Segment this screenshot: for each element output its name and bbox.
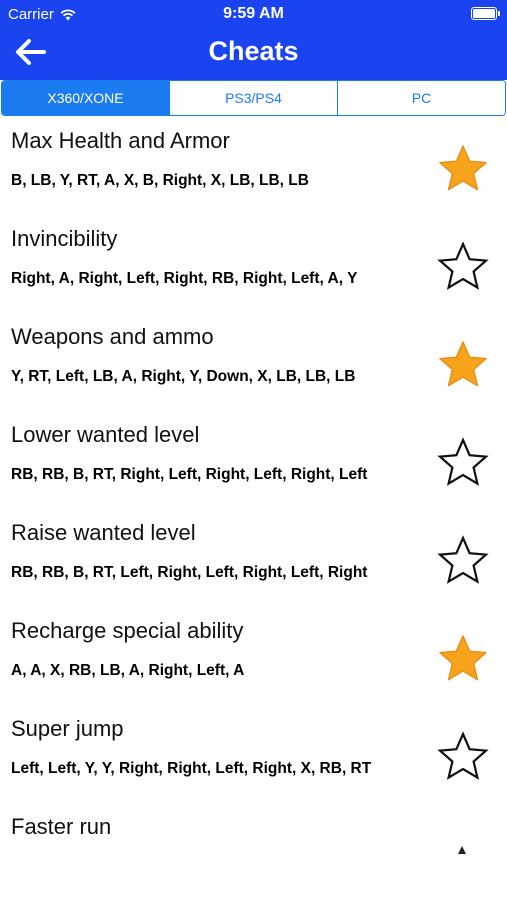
star-outline-icon[interactable] bbox=[437, 241, 489, 293]
star-filled-icon[interactable] bbox=[437, 339, 489, 391]
cheat-title: Faster run bbox=[11, 814, 112, 839]
cheat-code: RB, RB, B, RT, Left, Right, Left, Right,… bbox=[11, 564, 368, 581]
cheat-list: Max Health and Armor B, LB, Y, RT, A, X,… bbox=[0, 118, 507, 900]
cheat-row[interactable]: Invincibility Right, A, Right, Left, Rig… bbox=[0, 216, 507, 314]
star-outline-icon[interactable] bbox=[437, 437, 489, 489]
loading-star-icon bbox=[458, 846, 466, 854]
tab-x360-xone[interactable]: X360/XONE bbox=[2, 81, 170, 115]
cheat-title: Weapons and ammo bbox=[11, 324, 214, 349]
status-bar: Carrier 9:59 AM bbox=[0, 0, 507, 28]
cheat-title: Invincibility bbox=[11, 226, 118, 251]
cheat-title: Max Health and Armor bbox=[11, 128, 230, 153]
tab-ps3-ps4[interactable]: PS3/PS4 bbox=[170, 81, 338, 115]
cheat-row[interactable]: Max Health and Armor B, LB, Y, RT, A, X,… bbox=[0, 118, 507, 216]
header: Carrier 9:59 AM Cheats bbox=[0, 0, 507, 80]
cheat-row[interactable]: Recharge special ability A, A, X, RB, LB… bbox=[0, 608, 507, 706]
tab-pc[interactable]: PC bbox=[338, 81, 505, 115]
cheat-row[interactable]: Super jump Left, Left, Y, Y, Right, Righ… bbox=[0, 706, 507, 804]
cheat-title: Recharge special ability bbox=[11, 618, 244, 643]
status-time: 9:59 AM bbox=[223, 5, 284, 22]
page-title: Cheats bbox=[208, 36, 299, 66]
cheat-code: RB, RB, B, RT, Right, Left, Right, Left,… bbox=[11, 466, 368, 483]
cheat-code: B, LB, Y, RT, A, X, B, Right, X, LB, LB,… bbox=[11, 172, 309, 189]
star-filled-icon[interactable] bbox=[437, 143, 489, 195]
cheat-row[interactable]: Weapons and ammo Y, RT, Left, LB, A, Rig… bbox=[0, 314, 507, 412]
star-filled-icon[interactable] bbox=[437, 633, 489, 685]
star-outline-icon[interactable] bbox=[437, 731, 489, 783]
cheat-title: Raise wanted level bbox=[11, 520, 196, 545]
cheat-code: A, A, X, RB, LB, A, Right, Left, A bbox=[11, 662, 245, 679]
nav-bar: Cheats bbox=[0, 28, 507, 80]
star-outline-icon[interactable] bbox=[437, 535, 489, 587]
cheat-title: Lower wanted level bbox=[11, 422, 200, 447]
cheat-row[interactable]: Lower wanted level RB, RB, B, RT, Right,… bbox=[0, 412, 507, 510]
cheat-title: Super jump bbox=[11, 716, 124, 741]
cheat-row[interactable]: Faster run bbox=[0, 804, 507, 900]
cheat-row[interactable]: Raise wanted level RB, RB, B, RT, Left, … bbox=[0, 510, 507, 608]
cheat-code: Y, RT, Left, LB, A, Right, Y, Down, X, L… bbox=[11, 368, 356, 385]
battery-icon bbox=[471, 7, 500, 20]
platform-segmented-control: X360/XONE PS3/PS4 PC bbox=[0, 80, 507, 116]
cheat-code: Left, Left, Y, Y, Right, Right, Left, Ri… bbox=[11, 760, 372, 777]
cheat-code: Right, A, Right, Left, Right, RB, Right,… bbox=[11, 270, 358, 287]
